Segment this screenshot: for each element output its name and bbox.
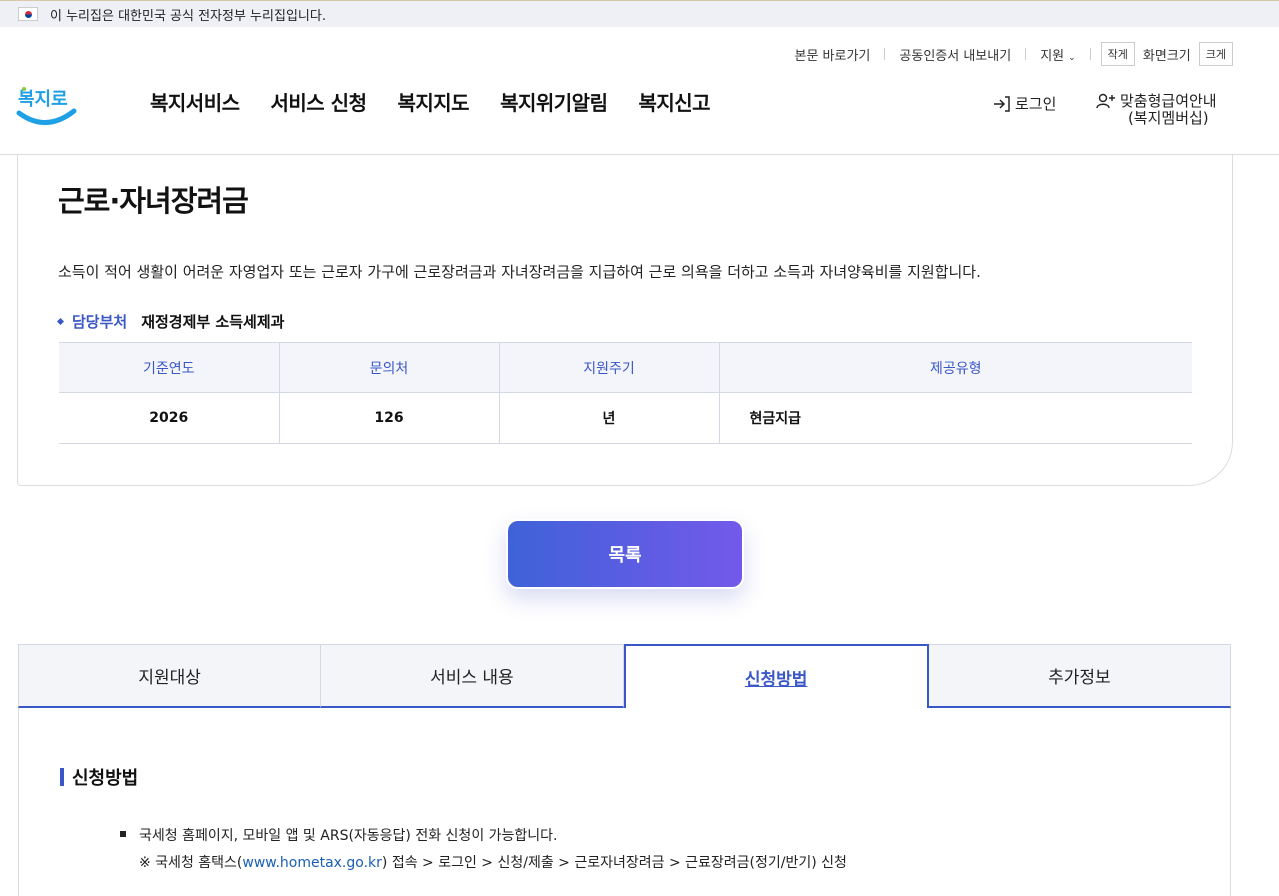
font-small-button[interactable]: 작게 bbox=[1100, 42, 1135, 66]
list-item-note: ※ 국세청 홈택스(www.hometax.go.kr) 접속 > 로그인 > … bbox=[120, 850, 847, 877]
cert-export-link[interactable]: 공동인증서 내보내기 bbox=[885, 45, 1025, 64]
skip-to-content-link[interactable]: 본문 바로가기 bbox=[781, 45, 885, 64]
table-row: 2026 126 년 현금지급 bbox=[59, 392, 1192, 444]
tab-service-content[interactable]: 서비스 내용 bbox=[321, 644, 624, 708]
section-heading: 신청방법 bbox=[60, 764, 138, 790]
department-value: 재정경제부 소득세제과 bbox=[141, 313, 285, 331]
section-title: 신청방법 bbox=[72, 768, 139, 789]
table-cell-type: 현금지급 bbox=[719, 392, 1192, 444]
login-label: 로그인 bbox=[1015, 95, 1057, 113]
page-title: 근로·자녀장려금 bbox=[58, 184, 249, 218]
nav-crisis-alert[interactable]: 복지위기알림 bbox=[500, 87, 608, 116]
nav-welfare-services[interactable]: 복지서비스 bbox=[150, 87, 240, 116]
list-item-text: 국세청 홈페이지, 모바일 앱 및 ARS(자동응답) 전화 신청이 가능합니다… bbox=[139, 828, 558, 844]
support-label: 지원 bbox=[1040, 48, 1065, 64]
hometax-link[interactable]: www.hometax.go.kr bbox=[242, 855, 382, 871]
chevron-down-icon: ⌄ bbox=[1068, 52, 1076, 63]
list-button[interactable]: 목록 bbox=[506, 519, 744, 589]
user-add-icon bbox=[1096, 93, 1115, 109]
support-dropdown[interactable]: 지원 ⌄ bbox=[1026, 45, 1089, 64]
divider bbox=[1089, 48, 1091, 60]
logo[interactable]: 복지로 bbox=[16, 77, 78, 129]
login-link[interactable]: 로그인 bbox=[993, 93, 1056, 114]
utility-menu: 본문 바로가기 공동인증서 내보내기 지원 ⌄ 작게 화면크기 크게 bbox=[781, 42, 1233, 66]
table-header-year: 기준연도 bbox=[59, 342, 280, 393]
membership-link[interactable]: 맞춤형급여안내 (복지멤버십) bbox=[1096, 93, 1217, 127]
membership-label-line2: (복지멤버십) bbox=[1127, 109, 1209, 127]
membership-label: 맞춤형급여안내 (복지멤버십) bbox=[1120, 93, 1217, 127]
login-icon bbox=[994, 95, 1010, 112]
application-method-list: 국세청 홈페이지, 모바일 앱 및 ARS(자동응답) 전화 신청이 가능합니다… bbox=[120, 823, 847, 877]
gov-banner: 이 누리집은 대한민국 공식 전자정부 누리집입니다. bbox=[0, 0, 1279, 27]
tab-eligibility[interactable]: 지원대상 bbox=[18, 644, 322, 708]
tab-additional-info[interactable]: 추가정보 bbox=[928, 644, 1231, 708]
font-large-button[interactable]: 크게 bbox=[1198, 42, 1233, 66]
nav-service-apply[interactable]: 서비스 신청 bbox=[271, 87, 367, 116]
list-item: 국세청 홈페이지, 모바일 앱 및 ARS(자동응답) 전화 신청이 가능합니다… bbox=[120, 823, 847, 850]
table-header-row: 기준연도 문의처 지원주기 제공유형 bbox=[59, 342, 1192, 393]
site-header: 본문 바로가기 공동인증서 내보내기 지원 ⌄ 작게 화면크기 크게 복지로 복지… bbox=[0, 27, 1279, 155]
table-header-cycle: 지원주기 bbox=[499, 342, 720, 393]
nav-welfare-report[interactable]: 복지신고 bbox=[638, 87, 710, 116]
table-cell-contact: 126 bbox=[279, 392, 500, 444]
main-nav: 복지서비스 서비스 신청 복지지도 복지위기알림 복지신고 bbox=[150, 87, 741, 116]
square-bullet-icon bbox=[120, 831, 126, 837]
font-size-label: 화면크기 bbox=[1142, 48, 1191, 64]
bokjiro-logo-icon: 복지로 bbox=[16, 87, 77, 125]
logo-text: 복지로 bbox=[18, 89, 68, 110]
korea-flag-icon bbox=[18, 7, 38, 21]
service-description: 소득이 적어 생활이 어려운 자영업자 또는 근로자 가구에 근로장려금과 자녀… bbox=[58, 263, 981, 281]
department-label: 담당부처 bbox=[72, 313, 128, 331]
membership-label-line1: 맞춤형급여안내 bbox=[1120, 92, 1217, 110]
table-header-type: 제공유형 bbox=[719, 342, 1192, 393]
detail-tabs: 지원대상 서비스 내용 신청방법 추가정보 bbox=[18, 644, 1231, 708]
nav-welfare-map[interactable]: 복지지도 bbox=[397, 87, 469, 116]
diamond-bullet-icon bbox=[56, 317, 65, 326]
gov-banner-text: 이 누리집은 대한민국 공식 전자정부 누리집입니다. bbox=[50, 8, 326, 24]
table-cell-year: 2026 bbox=[59, 392, 280, 444]
table-cell-cycle: 년 bbox=[499, 392, 720, 444]
table-header-contact: 문의처 bbox=[279, 342, 500, 393]
department-info: 담당부처 재정경제부 소득세제과 bbox=[56, 311, 285, 332]
tab-application-method[interactable]: 신청방법 bbox=[623, 644, 929, 708]
note-suffix: ) 접속 > 로그인 > 신청/제출 > 근로자녀장려금 > 근료장려금(정기/… bbox=[381, 855, 847, 871]
service-info-table: 기준연도 문의처 지원주기 제공유형 2026 126 년 현금지급 bbox=[59, 342, 1192, 444]
heading-bar-icon bbox=[60, 768, 64, 786]
note-prefix: ※ 국세청 홈택스( bbox=[139, 855, 243, 871]
